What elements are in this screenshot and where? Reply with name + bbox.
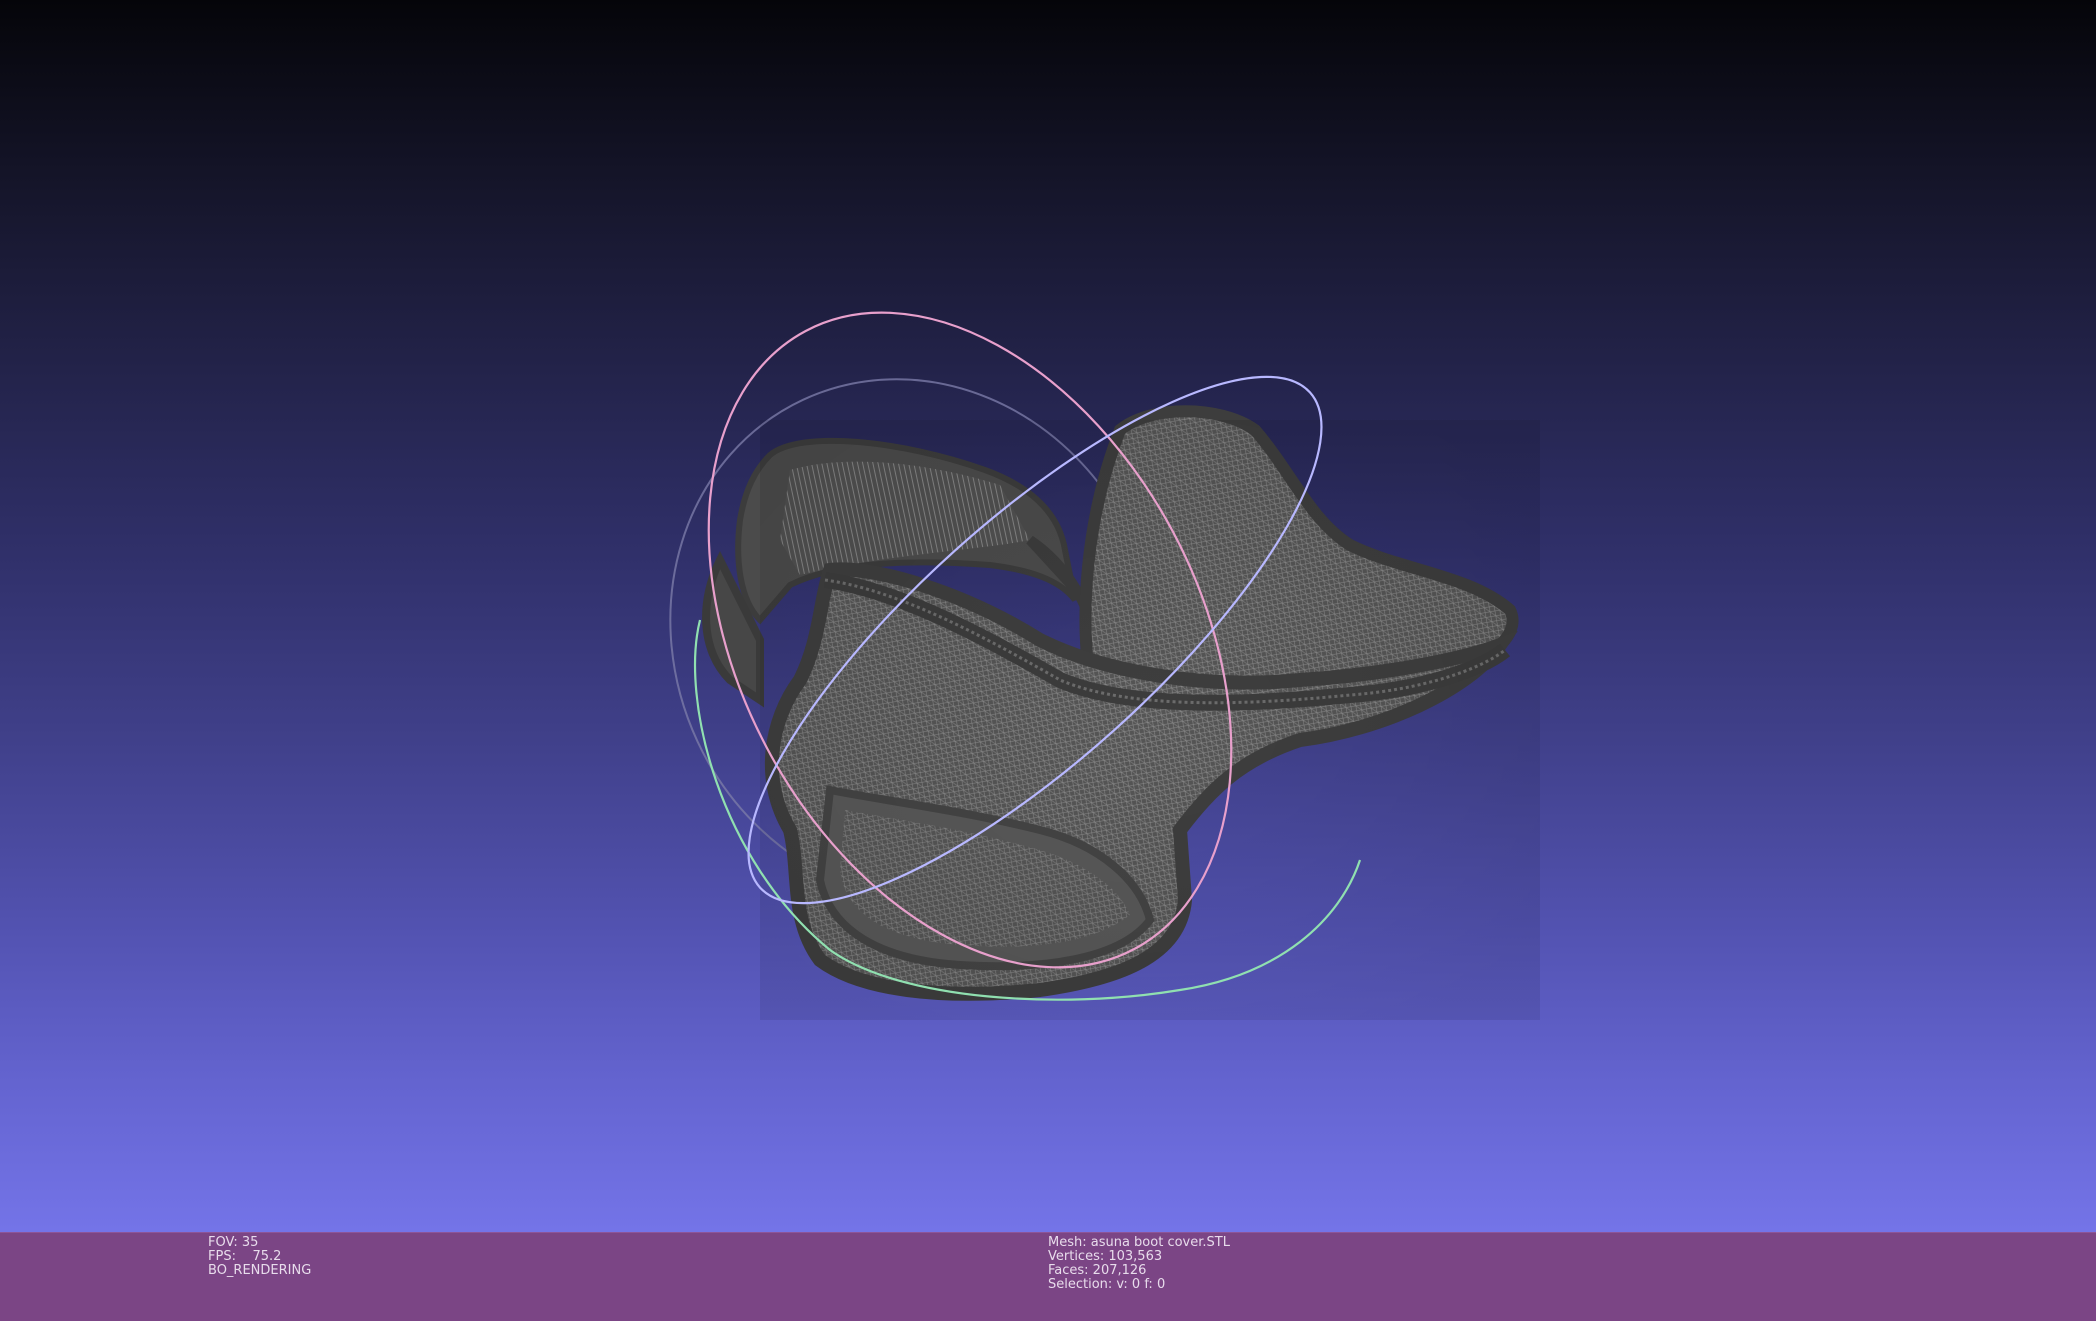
faces-label: Faces: 207,126: [1048, 1263, 1147, 1278]
selection-label: Selection: v: 0 f: 0: [1048, 1277, 1166, 1292]
mesh-render[interactable]: [0, 0, 2096, 1232]
3d-viewport[interactable]: [0, 0, 2096, 1232]
vertices-label: Vertices: 103,563: [1048, 1249, 1163, 1264]
mesh-info: Mesh: asuna boot cover.STL Vertices: 103…: [1048, 1236, 1230, 1292]
fps-label: FPS: 75.2: [208, 1249, 282, 1264]
render-info: FOV: 35 FPS: 75.2 BO_RENDERING: [208, 1236, 311, 1278]
boot-body: [760, 420, 1540, 1020]
fov-label: FOV: 35: [208, 1235, 259, 1250]
render-mode-label: BO_RENDERING: [208, 1263, 312, 1278]
mesh-name-label: Mesh: asuna boot cover.STL: [1048, 1235, 1230, 1250]
status-bar: FOV: 35 FPS: 75.2 BO_RENDERING Mesh: asu…: [0, 1232, 2096, 1321]
